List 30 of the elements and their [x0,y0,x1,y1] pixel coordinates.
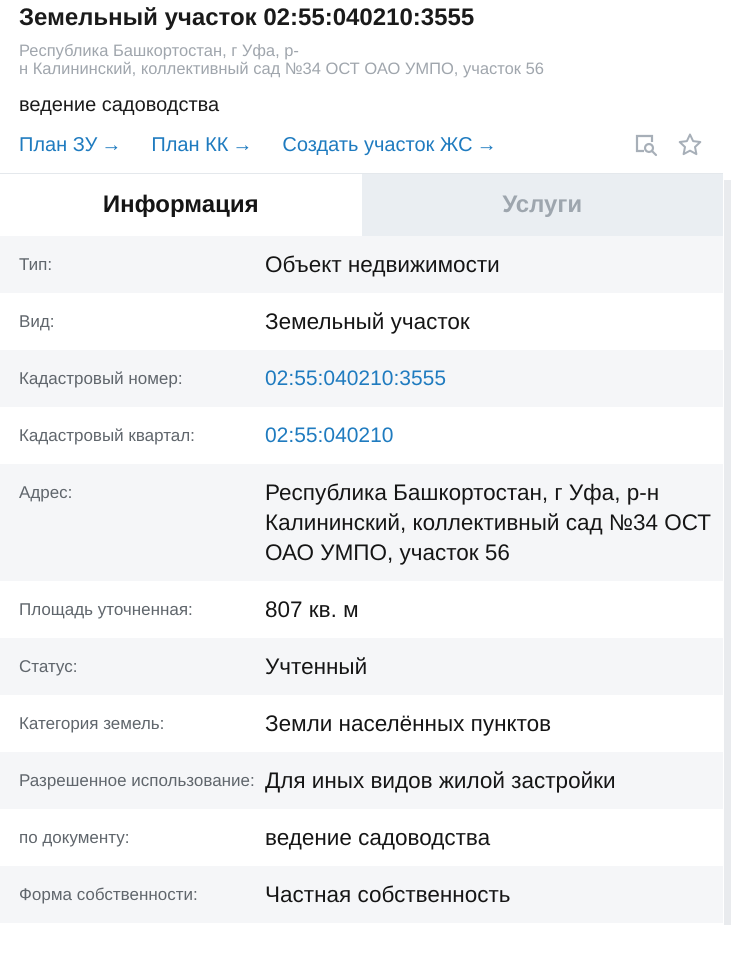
field-value: Объект недвижимости [265,251,501,279]
field-label: Кадастровый номер: [19,368,184,390]
field-label: по документу: [19,827,130,849]
field-value: ведение садоводства [265,824,492,852]
field-value: 807 кв. м [265,596,360,624]
field-label: Категория земель: [19,713,166,735]
value-link[interactable]: 02:55:040210:3555 [265,364,446,394]
field-label: Площадь уточненная: [19,599,194,621]
plan-link[interactable]: План ЗУ → [19,134,122,156]
field-label: Тип: [19,254,54,276]
field-label: Кадастровый квартал: [19,425,196,447]
purpose-text: ведение садоводства [19,93,220,118]
field-value: Земли населённых пунктов [265,710,552,738]
plan-link[interactable]: План КК → [151,134,252,156]
plan-link[interactable]: Создать участок ЖС → [282,134,497,156]
star-icon[interactable] [677,132,703,158]
page-title: Земельный участок 02:55:040210:3555 [19,3,476,33]
field-label: Статус: [19,656,78,678]
field-value: Республика Башкортостан, г Уфа, р-н Калининский, коллективный сад №34 ОСТ ОАО УМПО, участок 56 [265,479,712,567]
field-label: Разрешенное использование: [19,770,256,792]
field-label: Адрес: [19,482,74,504]
field-label: Форма собственности: [19,884,199,906]
field-value: Частная собственность [265,881,512,909]
field-value: Для иных видов жилой застройки [265,767,617,795]
field-label: Вид: [19,311,56,333]
address-text: Республика Башкортостан, г Уфа, р- н Калининский, коллективный сад №34 ОСТ ОАО УМПО, участок 56 [19,42,545,78]
field-value: Земельный участок [265,308,471,336]
value-link[interactable]: 02:55:040210 [265,421,394,451]
preview-search-icon[interactable] [633,132,659,158]
field-value: Учтенный [265,653,368,681]
